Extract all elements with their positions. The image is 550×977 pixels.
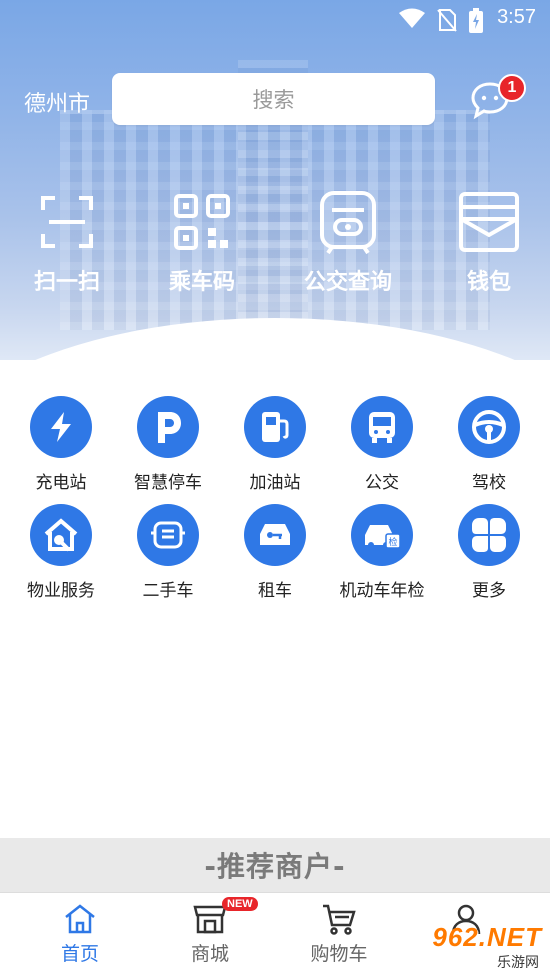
quick-action-label: 扫一扫 [33, 270, 100, 295]
bus-icon [369, 412, 395, 443]
tab-cart[interactable]: 购物车 [279, 903, 399, 966]
service-label: 租车 [258, 581, 292, 601]
watermark-brand: 962.NET [432, 922, 542, 952]
tab-label: 首页 [60, 943, 99, 965]
cart-icon [323, 904, 356, 935]
tab-home[interactable]: 首页 [20, 903, 140, 966]
service-car-inspection[interactable]: 检 机动车年检 [328, 504, 436, 601]
watermark-logo: 962.NET 乐游网 [412, 922, 550, 977]
service-property[interactable]: 物业服务 [7, 504, 115, 601]
service-charging-station[interactable]: 充电站 [7, 396, 115, 493]
recommend-merchants-header: -推荐商户- [0, 838, 550, 892]
bus-card-icon [320, 191, 376, 254]
service-label: 机动车年检 [339, 581, 425, 601]
service-label: 加油站 [249, 473, 301, 493]
steering-wheel-icon [472, 410, 506, 444]
status-bar: 3:57 [0, 0, 550, 38]
service-gas-station[interactable]: 加油站 [221, 396, 329, 493]
service-label: 公交 [365, 473, 399, 493]
city-selector[interactable]: 德州市 [24, 86, 90, 118]
qr-code-icon [174, 194, 230, 250]
wifi-icon [399, 8, 425, 28]
no-sim-icon [437, 9, 457, 32]
watermark-sub: 乐游网 [494, 952, 542, 972]
quick-action-label: 钱包 [466, 270, 511, 295]
service-label: 二手车 [142, 581, 194, 601]
more-icon [472, 518, 506, 552]
tab-shop[interactable]: 商城 [150, 903, 270, 966]
car-inspection-icon: 检 [365, 525, 401, 549]
service-used-car[interactable]: 二手车 [114, 504, 222, 601]
header-banner [0, 0, 550, 360]
service-smart-parking[interactable]: 智慧停车 [114, 396, 222, 493]
service-label: 物业服务 [27, 581, 95, 601]
service-label: 更多 [472, 581, 506, 601]
clock: 3:57 [497, 6, 536, 28]
service-car-rental[interactable]: 租车 [221, 504, 329, 601]
quick-action-label: 乘车码 [168, 270, 235, 295]
car-rental-icon [260, 524, 290, 545]
quick-actions: 扫一扫 乘车码 公交查询 钱包 [0, 190, 550, 300]
quick-action-label: 公交查询 [303, 270, 392, 295]
svg-text:检: 检 [388, 536, 397, 548]
scan-icon [41, 196, 93, 248]
tab-label: 购物车 [310, 943, 368, 965]
quick-action-bus-query[interactable]: 公交查询 [278, 190, 418, 296]
wallet-icon [459, 192, 519, 252]
new-badge: NEW [222, 897, 258, 911]
service-more[interactable]: 更多 [435, 504, 543, 601]
battery-icon [469, 8, 483, 33]
message-badge: 1 [498, 74, 526, 102]
service-label: 智慧停车 [134, 473, 202, 493]
quick-action-wallet[interactable]: 钱包 [419, 190, 550, 296]
search-input[interactable]: 搜索 [112, 73, 435, 125]
quick-action-scan[interactable]: 扫一扫 [0, 190, 137, 296]
parking-icon [158, 412, 181, 443]
tab-label: 商城 [190, 943, 229, 965]
service-driving-school[interactable]: 驾校 [435, 396, 543, 493]
service-label: 充电站 [35, 473, 87, 493]
used-car-icon [151, 521, 185, 549]
lightning-icon [51, 412, 71, 442]
service-bus[interactable]: 公交 [328, 396, 436, 493]
gas-station-icon [262, 412, 289, 442]
property-service-icon [44, 518, 78, 552]
home-icon [65, 904, 95, 934]
quick-action-ride-code[interactable]: 乘车码 [132, 190, 272, 296]
service-label: 驾校 [472, 473, 506, 493]
